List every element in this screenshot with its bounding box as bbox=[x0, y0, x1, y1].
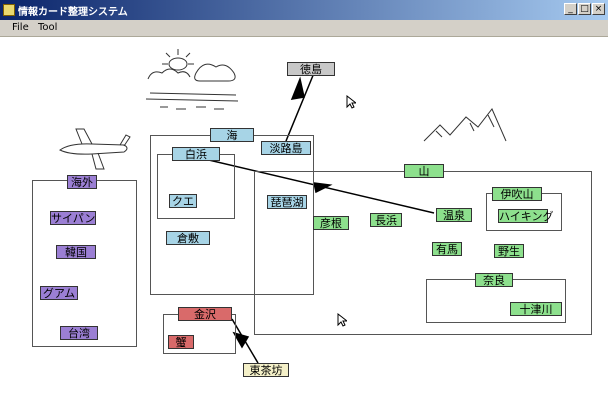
mouse-cursor-icon bbox=[346, 95, 356, 109]
card-guam[interactable]: グアム bbox=[40, 286, 78, 300]
group-shirahama[interactable] bbox=[157, 154, 235, 219]
card-hikone[interactable]: 彦根 bbox=[313, 216, 349, 230]
card-ibukiyama[interactable]: 伊吹山 bbox=[492, 187, 542, 201]
card-arima[interactable]: 有馬 bbox=[432, 242, 462, 256]
card-yagyu[interactable]: 野生 bbox=[494, 244, 524, 258]
menu-tool[interactable]: Tool bbox=[38, 22, 57, 33]
card-hiking[interactable]: ハイキング bbox=[498, 209, 553, 223]
card-higashi-chaya[interactable]: 東茶坊 bbox=[243, 363, 289, 377]
maximize-button[interactable]: □ bbox=[578, 3, 591, 15]
window-controls: _ □ × bbox=[564, 3, 605, 15]
card-taiwan[interactable]: 台湾 bbox=[60, 326, 98, 340]
card-yama[interactable]: 山 bbox=[404, 164, 444, 178]
card-kue[interactable]: クエ bbox=[169, 194, 197, 208]
card-nagahama[interactable]: 長浜 bbox=[370, 213, 402, 227]
title-bar: 情報カード整理システム _ □ × bbox=[0, 0, 608, 20]
card-tozugawa[interactable]: 十津川 bbox=[510, 302, 562, 316]
minimize-button[interactable]: _ bbox=[564, 3, 577, 15]
window-title: 情報カード整理システム bbox=[18, 7, 128, 18]
mountain-sketch-icon bbox=[423, 108, 507, 142]
menu-file[interactable]: File bbox=[12, 22, 29, 33]
card-canvas[interactable]: 徳島 海 白浜 淡路島 クエ 琵琶湖 倉敷 海外 サイパン 韓国 グアム 台湾 … bbox=[0, 37, 608, 406]
sun-cloud-sketch-icon bbox=[145, 49, 239, 110]
card-umi[interactable]: 海 bbox=[210, 128, 254, 142]
card-kaigai[interactable]: 海外 bbox=[67, 175, 97, 189]
card-kurashiki[interactable]: 倉敷 bbox=[166, 231, 210, 245]
group-kaigai[interactable] bbox=[32, 180, 137, 347]
card-shirahama[interactable]: 白浜 bbox=[172, 147, 220, 161]
card-onsen[interactable]: 温泉 bbox=[436, 208, 472, 222]
app-icon bbox=[3, 4, 15, 16]
menu-bar: File Tool bbox=[0, 20, 608, 37]
card-nara[interactable]: 奈良 bbox=[475, 273, 513, 287]
close-button[interactable]: × bbox=[592, 3, 605, 15]
card-biwako[interactable]: 琵琶湖 bbox=[267, 195, 307, 209]
mouse-cursor-icon bbox=[337, 313, 347, 327]
card-tokushima[interactable]: 徳島 bbox=[287, 62, 335, 76]
card-kanazawa[interactable]: 金沢 bbox=[178, 307, 232, 321]
card-saipan[interactable]: サイパン bbox=[50, 211, 96, 225]
card-kankoku[interactable]: 韓国 bbox=[56, 245, 96, 259]
card-kani[interactable]: 蟹 bbox=[168, 335, 194, 349]
airplane-sketch-icon bbox=[59, 128, 131, 170]
card-awajishima[interactable]: 淡路島 bbox=[261, 141, 311, 155]
